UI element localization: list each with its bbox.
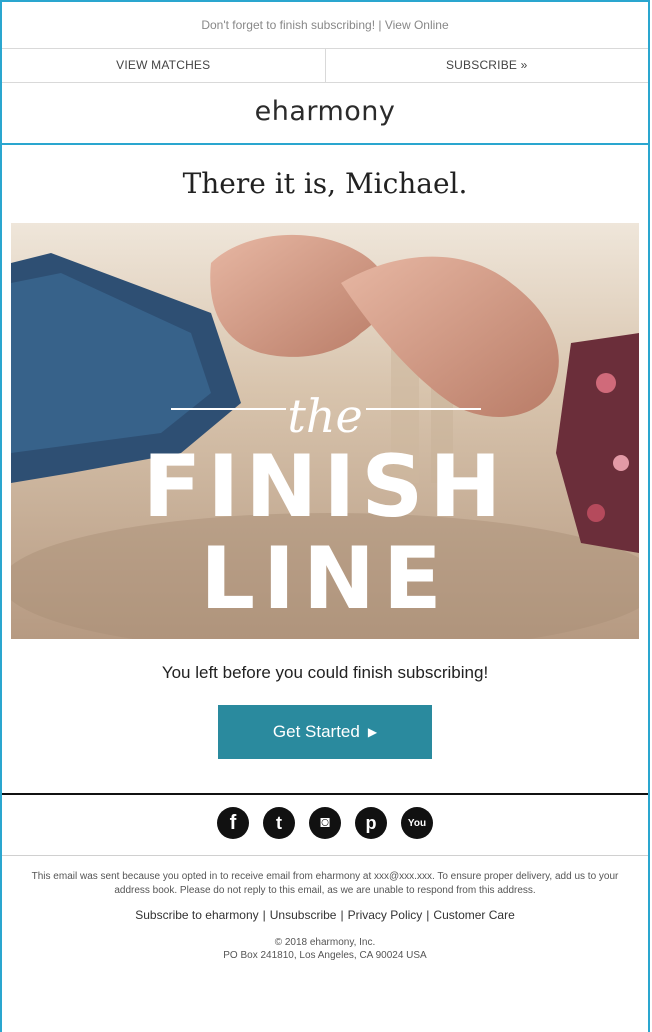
view-online-link[interactable]: View Online <box>385 18 449 32</box>
social-links: f t ◙ p You <box>2 795 648 849</box>
get-started-button[interactable]: Get Started ▶ <box>218 705 432 759</box>
twitter-icon[interactable]: t <box>263 807 295 839</box>
facebook-icon[interactable]: f <box>217 807 249 839</box>
subscribe-link[interactable]: SUBSCRIBE » <box>326 49 649 82</box>
subtitle: You left before you could finish subscri… <box>161 663 489 682</box>
privacy-policy-link[interactable]: Privacy Policy <box>348 908 423 922</box>
youtube-icon[interactable]: You <box>401 807 433 839</box>
logo-row: eharmony <box>2 83 648 145</box>
copyright-block: © 2018 eharmony, Inc. PO Box 241810, Los… <box>2 936 648 962</box>
get-started-label: Get Started <box>272 722 360 741</box>
legal-line-1: This email was sent because you opted in… <box>31 871 619 882</box>
top-nav: VIEW MATCHES SUBSCRIBE » <box>2 49 648 83</box>
hero-image[interactable]: the FINISH LINE <box>11 223 639 639</box>
unsubscribe-link[interactable]: Unsubscribe <box>270 908 337 922</box>
legal-notice: This email was sent because you opted in… <box>2 856 648 898</box>
hero-the-text: the <box>287 389 363 443</box>
postal-address: PO Box 241810, Los Angeles, CA 90024 USA <box>223 950 427 961</box>
eharmony-logo[interactable]: eharmony <box>255 96 396 127</box>
hero-finish-text: FINISH <box>142 437 508 537</box>
greeting-headline: There it is, Michael. <box>182 167 468 200</box>
customer-care-link[interactable]: Customer Care <box>433 908 514 922</box>
subscribe-to-eharmony-link[interactable]: Subscribe to eharmony <box>135 908 258 922</box>
instagram-icon[interactable]: ◙ <box>309 807 341 839</box>
hero-line-text: LINE <box>200 529 450 629</box>
preheader: Don't forget to finish subscribing! | Vi… <box>2 2 648 49</box>
preheader-separator: | <box>378 18 382 32</box>
legal-line-2: address book. Please do not reply to thi… <box>114 885 536 896</box>
pinterest-icon[interactable]: p <box>355 807 387 839</box>
view-matches-link[interactable]: VIEW MATCHES <box>2 49 325 82</box>
play-arrow-icon: ▶ <box>367 725 378 739</box>
copyright-text: © 2018 eharmony, Inc. <box>274 937 376 948</box>
email-frame: Don't forget to finish subscribing! | Vi… <box>0 0 650 1032</box>
footer-links: Subscribe to eharmony | Unsubscribe | Privac… <box>135 908 515 922</box>
reminder-text: Don't forget to finish subscribing! <box>201 18 376 32</box>
cta-wrap: Get Started ▶ <box>2 705 648 759</box>
